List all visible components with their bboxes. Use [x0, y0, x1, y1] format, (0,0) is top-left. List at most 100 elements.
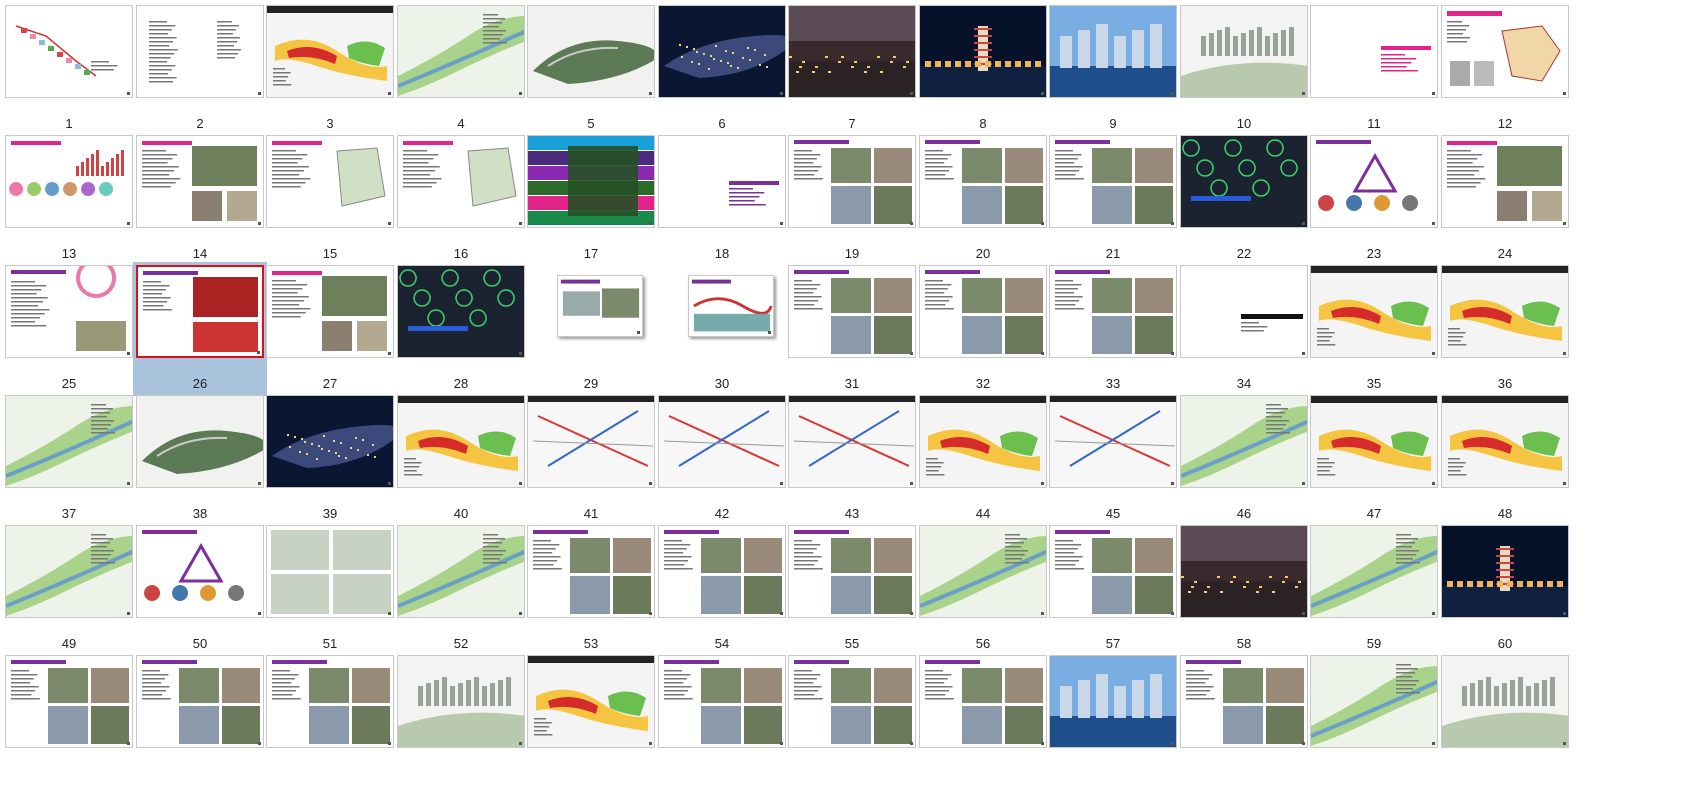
slide-preview	[658, 135, 786, 228]
slide-marker-icon	[780, 612, 783, 615]
slide-preview	[788, 5, 916, 98]
slide-marker-icon	[780, 222, 783, 225]
slide-number: 34	[1236, 376, 1252, 391]
slide-marker-icon	[1041, 482, 1044, 485]
slide-number: 32	[975, 376, 991, 391]
slide-thumbnail-67[interactable]	[788, 655, 928, 796]
slide-marker-icon	[780, 742, 783, 745]
slide-thumbnail-64[interactable]	[397, 655, 537, 796]
slide-preview	[1049, 135, 1177, 228]
slide-preview	[397, 135, 525, 228]
slide-preview	[1180, 135, 1308, 228]
slide-thumbnail-62[interactable]	[136, 655, 276, 796]
slide-preview	[1180, 655, 1308, 748]
slide-number: 9	[1109, 116, 1117, 131]
slide-number: 27	[322, 376, 338, 391]
slide-preview	[1441, 135, 1569, 228]
slide-thumbnail-66[interactable]	[658, 655, 798, 796]
slide-thumbnail-70[interactable]	[1180, 655, 1320, 796]
slide-number: 18	[714, 246, 730, 261]
slide-preview	[919, 395, 1047, 488]
slide-number: 44	[975, 506, 991, 521]
slide-number: 23	[1366, 246, 1382, 261]
slide-marker-icon	[1302, 742, 1305, 745]
slide-preview	[527, 395, 655, 488]
slide-number: 55	[844, 636, 860, 651]
slide-marker-icon	[127, 612, 130, 615]
slide-number: 60	[1497, 636, 1513, 651]
slide-preview	[1310, 525, 1438, 618]
slide-number: 39	[322, 506, 338, 521]
slide-preview	[266, 5, 394, 98]
slide-thumbnail-72[interactable]	[1441, 655, 1581, 796]
slide-marker-icon	[519, 482, 522, 485]
slide-preview	[919, 135, 1047, 228]
slide-preview	[788, 135, 916, 228]
slide-number: 45	[1105, 506, 1121, 521]
slide-number: 1	[65, 116, 73, 131]
slide-preview	[397, 655, 525, 748]
slide-number: 31	[844, 376, 860, 391]
slide-marker-icon	[780, 92, 783, 95]
slide-thumbnail-69[interactable]	[1049, 655, 1189, 796]
slide-thumbnail-65[interactable]	[527, 655, 667, 796]
slide-marker-icon	[258, 612, 261, 615]
slide-preview	[266, 265, 394, 358]
slide-preview	[1049, 525, 1177, 618]
slide-number: 50	[192, 636, 208, 651]
slide-marker-icon	[258, 92, 261, 95]
slide-marker-icon	[1563, 92, 1566, 95]
slide-marker-icon	[258, 482, 261, 485]
slide-preview	[1441, 525, 1569, 618]
slide-number: 11	[1367, 116, 1381, 131]
slide-preview	[1310, 395, 1438, 488]
slide-marker-icon	[910, 612, 913, 615]
slide-number: 20	[975, 246, 991, 261]
slide-marker-icon	[910, 222, 913, 225]
slide-marker-icon	[780, 482, 783, 485]
slide-thumbnail-71[interactable]	[1310, 655, 1450, 796]
slide-preview	[527, 5, 655, 98]
slide-preview	[266, 525, 394, 618]
slide-preview	[658, 5, 786, 98]
slide-number: 8	[979, 116, 987, 131]
slide-number: 10	[1236, 116, 1252, 131]
slide-preview	[1310, 5, 1438, 98]
slide-marker-icon	[1563, 612, 1566, 615]
slide-sorter-grid: 1 2 3 4 5 6 7 8 9 10 11 12 13 14 15 16 17 18 19 20 21 22 23 24 2…	[0, 0, 1698, 809]
slide-preview	[1180, 265, 1308, 358]
slide-preview	[1049, 265, 1177, 358]
slide-preview	[397, 395, 525, 488]
slide-number: 43	[844, 506, 860, 521]
slide-marker-icon	[519, 612, 522, 615]
slide-preview	[527, 135, 655, 228]
slide-marker-icon	[649, 482, 652, 485]
slide-marker-icon	[1432, 612, 1435, 615]
slide-number: 37	[61, 506, 77, 521]
slide-preview	[1310, 135, 1438, 228]
slide-thumbnail-68[interactable]	[919, 655, 1059, 796]
slide-preview	[136, 265, 264, 358]
slide-number: 38	[192, 506, 208, 521]
slide-preview	[658, 395, 786, 488]
slide-marker-icon	[768, 331, 771, 334]
slide-marker-icon	[1171, 92, 1174, 95]
slide-number: 47	[1366, 506, 1382, 521]
slide-number: 26	[192, 376, 208, 391]
slide-marker-icon	[127, 222, 130, 225]
slide-number: 46	[1236, 506, 1252, 521]
slide-number: 19	[844, 246, 860, 261]
slide-number: 58	[1236, 636, 1252, 651]
slide-marker-icon	[388, 482, 391, 485]
slide-preview	[1441, 265, 1569, 358]
slide-preview	[688, 275, 774, 337]
slide-preview	[919, 525, 1047, 618]
slide-preview	[136, 135, 264, 228]
slide-marker-icon	[1432, 222, 1435, 225]
slide-marker-icon	[649, 742, 652, 745]
slide-thumbnail-61[interactable]	[5, 655, 145, 796]
slide-thumbnail-63[interactable]	[266, 655, 406, 796]
slide-preview	[266, 395, 394, 488]
slide-marker-icon	[258, 742, 261, 745]
slide-marker-icon	[910, 92, 913, 95]
